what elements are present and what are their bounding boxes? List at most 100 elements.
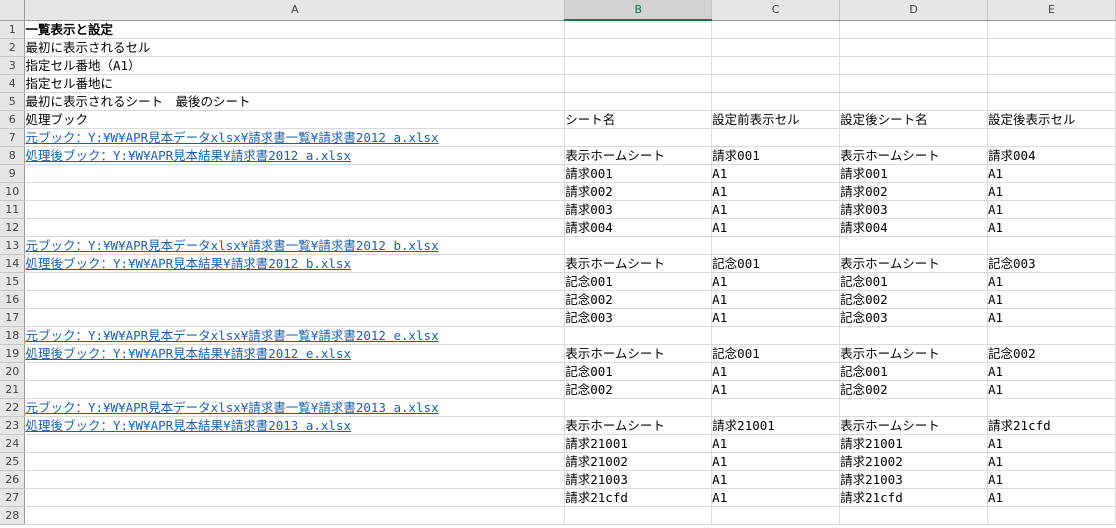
cell-d[interactable]: 請求004 [839,218,989,237]
row-header[interactable]: 4 [0,74,26,93]
cell-c[interactable]: A1 [711,218,841,237]
row-header[interactable]: 19 [0,344,26,363]
cell-d[interactable] [839,128,989,147]
cell-e[interactable]: A1 [987,470,1116,489]
row-header[interactable]: 18 [0,326,26,345]
cell-a[interactable] [24,470,566,489]
cell-c[interactable] [711,74,841,93]
cell-a[interactable] [24,452,566,471]
hyperlink-cell[interactable]: 元ブック：Y:¥W¥APR見本データxlsx¥請求書一覧¥請求書2012 a.x… [24,128,566,147]
cell-d[interactable] [839,38,989,57]
cell-c[interactable]: A1 [711,200,841,219]
cell-b[interactable] [564,506,713,525]
cell-b[interactable]: 記念003 [564,308,713,327]
cell-d[interactable]: 記念002 [839,290,989,309]
cell-c[interactable] [711,128,841,147]
cell-b[interactable]: 請求21cfd [564,488,713,507]
row-header[interactable]: 24 [0,434,26,453]
cell-d[interactable]: 設定後シート名 [839,110,989,129]
cell-b[interactable]: 請求21001 [564,434,713,453]
cell-c[interactable] [711,236,841,255]
column-header-e[interactable]: E [987,0,1116,21]
cell-e[interactable] [987,236,1116,255]
cell-e[interactable] [987,506,1116,525]
cell-a[interactable]: 指定セル番地（A1） [24,56,566,75]
row-header[interactable]: 27 [0,488,26,507]
cell-e[interactable]: A1 [987,182,1116,201]
cell-e[interactable]: A1 [987,488,1116,507]
cell-c[interactable]: A1 [711,362,841,381]
cell-d[interactable]: 請求21001 [839,434,989,453]
cell-c[interactable]: 請求21001 [711,416,841,435]
cell-b[interactable]: 記念002 [564,380,713,399]
cell-e[interactable]: A1 [987,380,1116,399]
cell-e[interactable]: 請求004 [987,146,1116,165]
hyperlink-cell[interactable]: 元ブック：Y:¥W¥APR見本データxlsx¥請求書一覧¥請求書2012 e.x… [24,326,566,345]
cell-e[interactable] [987,326,1116,345]
cell-b[interactable]: 請求001 [564,164,713,183]
row-header[interactable]: 17 [0,308,26,327]
cell-d[interactable]: 請求21003 [839,470,989,489]
cell-d[interactable] [839,92,989,111]
row-header[interactable]: 21 [0,380,26,399]
cell-e[interactable]: A1 [987,362,1116,381]
cell-b[interactable]: 表示ホームシート [564,344,713,363]
row-header[interactable]: 12 [0,218,26,237]
cell-d[interactable]: 記念001 [839,272,989,291]
cell-b[interactable]: 請求003 [564,200,713,219]
cell-a[interactable] [24,434,566,453]
cell-d[interactable]: 請求21cfd [839,488,989,507]
cell-e[interactable] [987,398,1116,417]
cell-a[interactable]: 処理ブック [24,110,566,129]
cell-e[interactable]: A1 [987,452,1116,471]
cell-e[interactable]: A1 [987,218,1116,237]
row-header[interactable]: 15 [0,272,26,291]
cell-c[interactable]: 記念001 [711,254,841,273]
cell-a[interactable] [24,290,566,309]
hyperlink-cell[interactable]: 処理後ブック：Y:¥W¥APR見本結果¥請求書2012 a.xlsx [24,146,566,165]
cell-a[interactable]: 最初に表示されるシート 最後のシート [24,92,566,111]
cell-d[interactable] [839,506,989,525]
cell-d[interactable]: 表示ホームシート [839,254,989,273]
cell-a[interactable] [24,272,566,291]
cell-b[interactable]: 表示ホームシート [564,146,713,165]
cell-e[interactable]: A1 [987,290,1116,309]
row-header[interactable]: 22 [0,398,26,417]
row-header[interactable]: 11 [0,200,26,219]
cell-a[interactable] [24,380,566,399]
cell-d[interactable]: 記念002 [839,380,989,399]
cell-c[interactable] [711,92,841,111]
row-header[interactable]: 23 [0,416,26,435]
cell-b[interactable]: 請求21003 [564,470,713,489]
row-header[interactable]: 8 [0,146,26,165]
cell-b[interactable]: 記念001 [564,362,713,381]
cell-c[interactable]: A1 [711,488,841,507]
hyperlink-cell[interactable]: 処理後ブック：Y:¥W¥APR見本結果¥請求書2013 a.xlsx [24,416,566,435]
cell-a[interactable] [24,308,566,327]
row-header[interactable]: 26 [0,470,26,489]
cell-c[interactable]: 請求001 [711,146,841,165]
cell-b[interactable] [564,74,713,93]
cell-d[interactable]: 請求002 [839,182,989,201]
cell-e[interactable] [987,74,1116,93]
cell-c[interactable] [711,56,841,75]
cell-d[interactable]: 記念003 [839,308,989,327]
row-header[interactable]: 25 [0,452,26,471]
cell-b[interactable]: 請求004 [564,218,713,237]
cell-c[interactable] [711,398,841,417]
row-header[interactable]: 7 [0,128,26,147]
cell-c[interactable] [711,38,841,57]
cell-b[interactable]: 請求21002 [564,452,713,471]
cell-c[interactable]: A1 [711,452,841,471]
cell-b[interactable]: 表示ホームシート [564,416,713,435]
row-header[interactable]: 9 [0,164,26,183]
cell-e[interactable]: A1 [987,434,1116,453]
cell-c[interactable]: A1 [711,290,841,309]
row-header[interactable]: 16 [0,290,26,309]
hyperlink-cell[interactable]: 処理後ブック：Y:¥W¥APR見本結果¥請求書2012 b.xlsx [24,254,566,273]
cell-b[interactable]: 表示ホームシート [564,254,713,273]
cell-a[interactable]: 指定セル番地に [24,74,566,93]
hyperlink-cell[interactable]: 処理後ブック：Y:¥W¥APR見本結果¥請求書2012 e.xlsx [24,344,566,363]
cell-c[interactable] [711,506,841,525]
hyperlink-cell[interactable]: 元ブック：Y:¥W¥APR見本データxlsx¥請求書一覧¥請求書2013 a.x… [24,398,566,417]
